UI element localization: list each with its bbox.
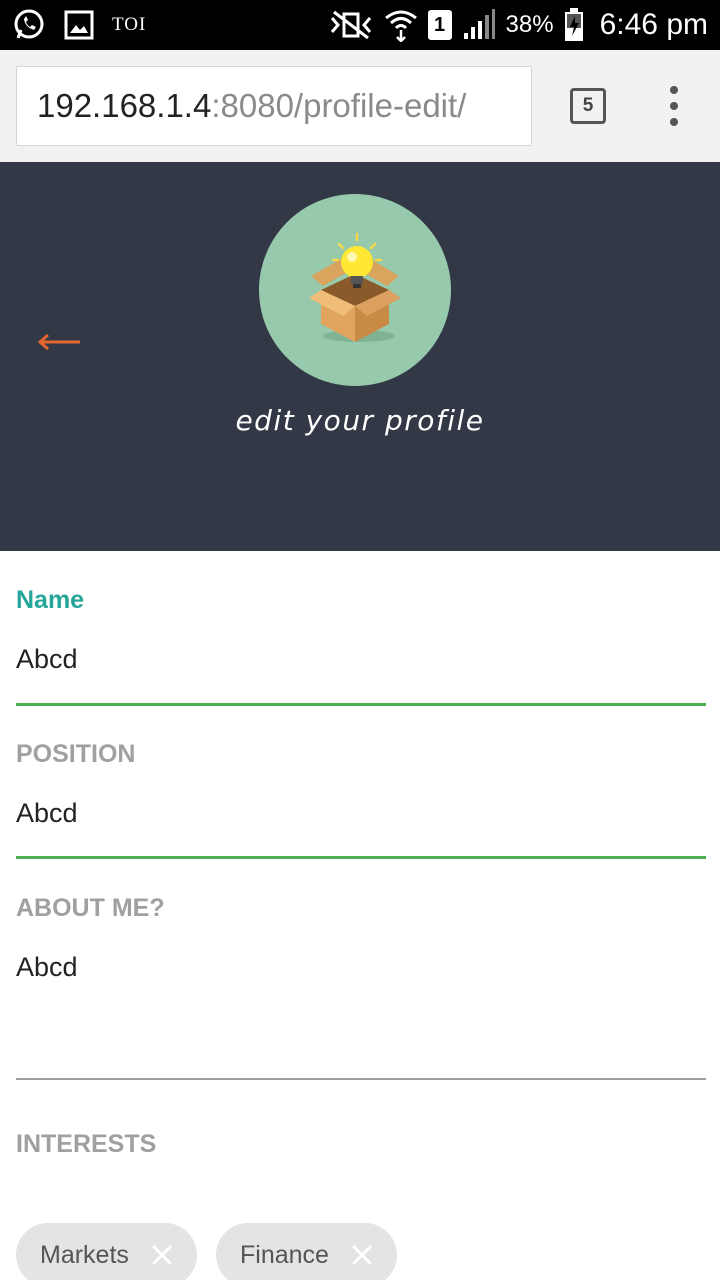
gallery-icon xyxy=(64,10,94,40)
sim-slot-badge: 1 xyxy=(427,10,452,40)
position-label: POSITION xyxy=(16,740,136,768)
clock: 6:46 pm xyxy=(599,8,708,41)
name-field[interactable]: Abcd xyxy=(16,644,78,675)
header-subtitle: edit your profile xyxy=(235,404,485,437)
chip-label: Markets xyxy=(40,1240,129,1269)
interest-chip-finance: Finance xyxy=(216,1223,397,1280)
close-icon[interactable] xyxy=(151,1244,173,1266)
status-bar: TOI 1 38% 6:46 pm xyxy=(0,0,720,50)
battery-percent: 38% xyxy=(505,11,554,38)
signal-icon xyxy=(462,9,496,41)
menu-dot xyxy=(670,118,678,126)
name-label: Name xyxy=(16,586,85,614)
browser-toolbar: 192.168.1.4:8080/profile-edit/ 5 xyxy=(0,50,720,162)
interest-chip-markets: Markets xyxy=(16,1223,197,1280)
status-left: TOI xyxy=(12,8,146,42)
profile-header: edit your profile xyxy=(0,162,720,551)
wifi-icon xyxy=(384,8,418,42)
toi-notification-icon: TOI xyxy=(112,14,147,35)
close-icon[interactable] xyxy=(351,1244,373,1266)
url-bar[interactable]: 192.168.1.4:8080/profile-edit/ xyxy=(16,66,532,146)
tab-switcher-button[interactable]: 5 xyxy=(570,88,606,124)
idea-box-icon xyxy=(309,232,401,342)
back-arrow-icon[interactable] xyxy=(36,332,82,352)
overflow-menu-icon[interactable] xyxy=(664,86,684,126)
menu-dot xyxy=(670,102,678,110)
about-me-label: ABOUT ME? xyxy=(16,894,165,922)
menu-dot xyxy=(670,86,678,94)
status-right: 1 38% 6:46 pm xyxy=(328,8,708,42)
about-me-textarea[interactable]: Abcd xyxy=(16,952,78,983)
avatar[interactable] xyxy=(259,194,451,386)
mute-vibrate-icon xyxy=(328,10,374,40)
whatsapp-icon xyxy=(12,8,46,42)
interests-label: INTERESTS xyxy=(16,1130,157,1158)
url-path: :8080/profile-edit/ xyxy=(211,87,467,124)
about-me-underline xyxy=(16,1078,706,1080)
position-field-underline xyxy=(16,856,706,859)
position-field[interactable]: Abcd xyxy=(16,798,78,829)
chip-label: Finance xyxy=(240,1240,329,1269)
battery-charging-icon xyxy=(564,8,584,42)
url-host: 192.168.1.4 xyxy=(37,87,212,124)
name-field-underline xyxy=(16,703,706,706)
